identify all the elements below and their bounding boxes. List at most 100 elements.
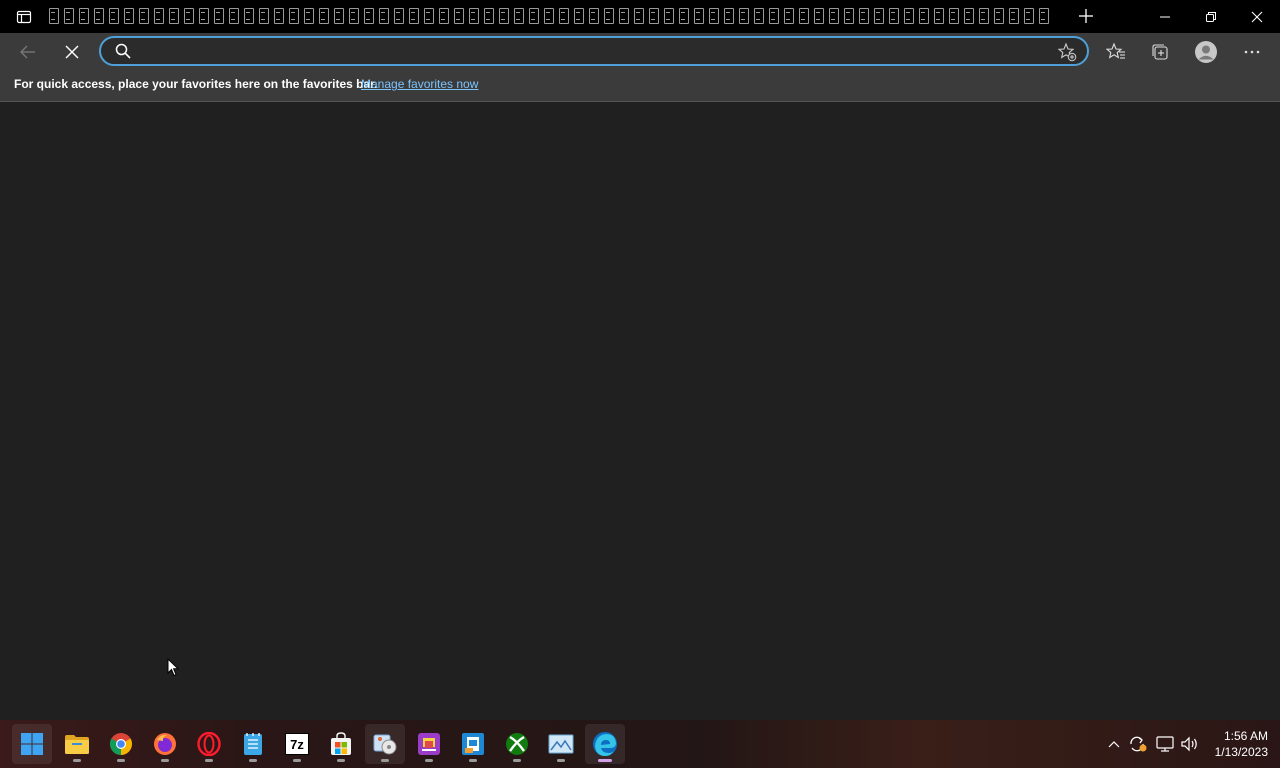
taskbar-chrome[interactable]	[101, 724, 141, 764]
tab[interactable]	[1021, 5, 1036, 27]
tab[interactable]	[976, 5, 991, 27]
page-content[interactable]	[0, 103, 1280, 720]
taskbar-7zip[interactable]: 7z	[277, 724, 317, 764]
tab[interactable]	[751, 5, 766, 27]
restore-button[interactable]	[1188, 0, 1234, 33]
tab[interactable]	[331, 5, 346, 27]
tab[interactable]	[871, 5, 886, 27]
tab[interactable]	[226, 5, 241, 27]
favorites-button[interactable]	[1100, 36, 1132, 68]
tray-volume[interactable]	[1179, 732, 1201, 756]
tab[interactable]	[61, 5, 76, 27]
tray-sync[interactable]	[1127, 732, 1149, 756]
tab[interactable]	[571, 5, 586, 27]
taskbar-microsoft-store[interactable]	[321, 724, 361, 764]
taskbar-firefox[interactable]	[145, 724, 185, 764]
taskbar-purple-app[interactable]	[409, 724, 449, 764]
tab[interactable]	[886, 5, 901, 27]
tab[interactable]	[481, 5, 496, 27]
tab[interactable]	[241, 5, 256, 27]
tab[interactable]	[961, 5, 976, 27]
taskbar-file-explorer[interactable]	[57, 724, 97, 764]
address-bar[interactable]	[99, 36, 1089, 66]
tab[interactable]	[106, 5, 121, 27]
add-favorite-icon[interactable]	[1057, 42, 1077, 66]
taskbar-notepad[interactable]	[233, 724, 273, 764]
tab[interactable]	[361, 5, 376, 27]
tab[interactable]	[316, 5, 331, 27]
tab[interactable]	[526, 5, 541, 27]
tab[interactable]	[556, 5, 571, 27]
tab[interactable]	[76, 5, 91, 27]
tab[interactable]	[1036, 5, 1051, 27]
tab[interactable]	[286, 5, 301, 27]
tab[interactable]	[796, 5, 811, 27]
tab[interactable]	[466, 5, 481, 27]
tab[interactable]	[811, 5, 826, 27]
tab[interactable]	[406, 5, 421, 27]
tab[interactable]	[166, 5, 181, 27]
taskbar-opera[interactable]	[189, 724, 229, 764]
stop-loading-button[interactable]	[56, 36, 88, 68]
tab[interactable]	[376, 5, 391, 27]
tray-network[interactable]	[1154, 732, 1176, 756]
address-input[interactable]	[141, 41, 1021, 61]
tab[interactable]	[766, 5, 781, 27]
tab[interactable]	[271, 5, 286, 27]
tab[interactable]	[991, 5, 1006, 27]
tab[interactable]	[211, 5, 226, 27]
tab[interactable]	[931, 5, 946, 27]
back-button[interactable]	[12, 36, 44, 68]
tab[interactable]	[661, 5, 676, 27]
tab[interactable]	[496, 5, 511, 27]
tab[interactable]	[181, 5, 196, 27]
tab[interactable]	[916, 5, 931, 27]
tab[interactable]	[121, 5, 136, 27]
tab[interactable]	[781, 5, 796, 27]
tab[interactable]	[46, 5, 61, 27]
tab[interactable]	[511, 5, 526, 27]
tab[interactable]	[256, 5, 271, 27]
tab[interactable]	[856, 5, 871, 27]
taskbar-xbox[interactable]	[497, 724, 537, 764]
tab[interactable]	[841, 5, 856, 27]
taskbar-blue-app[interactable]	[453, 724, 493, 764]
new-tab-button[interactable]	[1071, 3, 1101, 29]
tab[interactable]	[136, 5, 151, 27]
tab[interactable]	[706, 5, 721, 27]
tab[interactable]	[91, 5, 106, 27]
profile-button[interactable]	[1190, 36, 1222, 68]
tab[interactable]	[436, 5, 451, 27]
tab[interactable]	[826, 5, 841, 27]
tab[interactable]	[631, 5, 646, 27]
close-button[interactable]	[1234, 0, 1280, 33]
collections-button[interactable]	[1144, 36, 1176, 68]
tab[interactable]	[946, 5, 961, 27]
tab[interactable]	[391, 5, 406, 27]
system-clock[interactable]: 1:56 AM 1/13/2023	[1204, 728, 1268, 760]
taskbar-photo-viewer[interactable]	[541, 724, 581, 764]
tab[interactable]	[346, 5, 361, 27]
tab[interactable]	[691, 5, 706, 27]
tab[interactable]	[541, 5, 556, 27]
settings-more-button[interactable]	[1236, 36, 1268, 68]
show-hidden-icons-button[interactable]	[1103, 732, 1125, 756]
tab[interactable]	[301, 5, 316, 27]
manage-favorites-link[interactable]: Manage favorites now	[361, 77, 478, 91]
taskbar-edge[interactable]	[585, 724, 625, 764]
tab[interactable]	[616, 5, 631, 27]
tab[interactable]	[601, 5, 616, 27]
tab[interactable]	[451, 5, 466, 27]
tab-actions-button[interactable]	[10, 6, 38, 28]
tab[interactable]	[196, 5, 211, 27]
tab[interactable]	[721, 5, 736, 27]
start-button[interactable]	[12, 724, 52, 764]
tab[interactable]	[1006, 5, 1021, 27]
taskbar-media-player[interactable]	[365, 724, 405, 764]
tab[interactable]	[676, 5, 691, 27]
tab[interactable]	[901, 5, 916, 27]
tab[interactable]	[646, 5, 661, 27]
tab[interactable]	[736, 5, 751, 27]
tab[interactable]	[586, 5, 601, 27]
tab[interactable]	[421, 5, 436, 27]
